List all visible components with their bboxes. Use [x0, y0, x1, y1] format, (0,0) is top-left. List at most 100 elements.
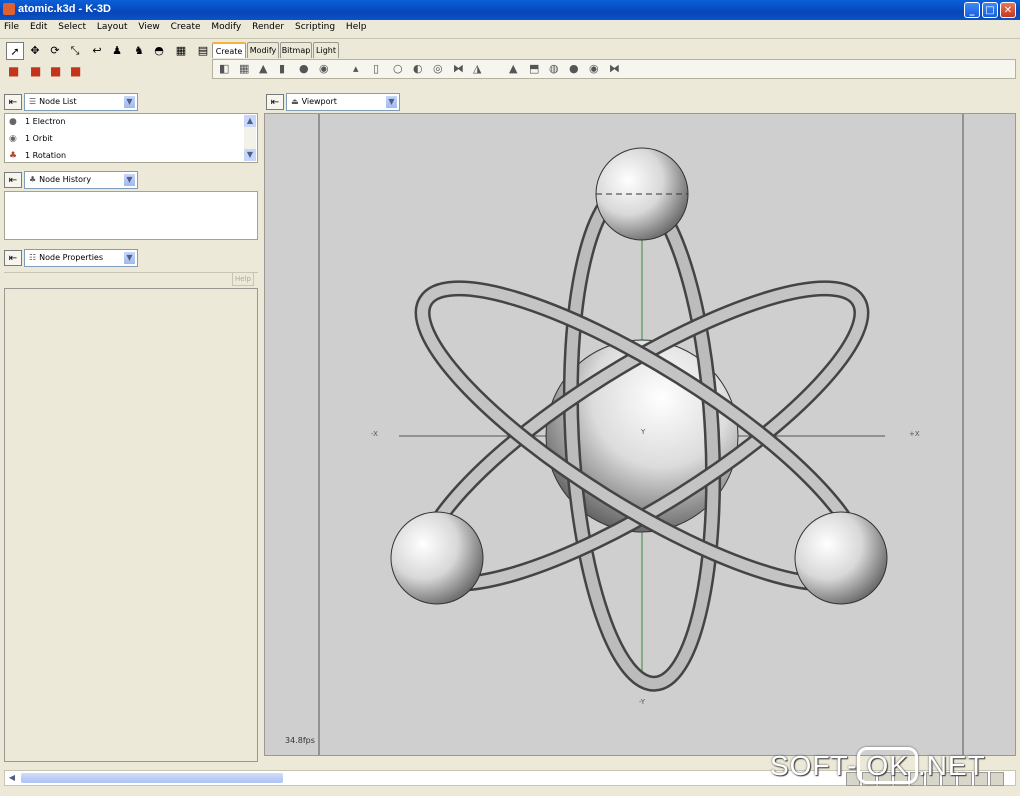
scale-tool-icon[interactable]: ⤡: [66, 42, 84, 60]
select-nodes-icon[interactable]: ■: [8, 64, 19, 78]
nurbs-torus-icon[interactable]: ◉: [589, 62, 599, 75]
help-button[interactable]: Help: [232, 272, 254, 286]
neg-y-axis-label: -Y: [639, 698, 645, 706]
pin-icon[interactable]: ⇤: [4, 94, 22, 110]
quadric-sphere-icon[interactable]: ⧓: [453, 62, 464, 75]
menu-view[interactable]: View: [134, 20, 163, 32]
scroll-up-icon[interactable]: ▲: [244, 115, 256, 127]
camera-icon: ⏏: [291, 97, 299, 106]
tab-bitmap[interactable]: Bitmap: [280, 42, 312, 58]
scrollbar-thumb[interactable]: [21, 773, 283, 783]
nurbs-cone-icon[interactable]: ▲: [509, 62, 517, 75]
sphere-icon: ●: [9, 117, 17, 127]
sphere-icon[interactable]: ●: [299, 62, 309, 75]
quadric-cone-icon[interactable]: ▴: [353, 62, 359, 75]
parent-tool-icon[interactable]: ♟: [108, 42, 126, 60]
quadric-hyperboloid-icon[interactable]: ◐: [413, 62, 423, 75]
menu-scripting[interactable]: Scripting: [291, 20, 339, 32]
list-item[interactable]: ◉ 1 Orbit: [9, 132, 53, 146]
pin-icon[interactable]: ⇤: [266, 94, 284, 110]
node-history-box: [4, 191, 258, 240]
pos-x-axis-label: +X: [909, 430, 920, 438]
title-bar: atomic.k3d - K-3D _ □ ✕: [0, 0, 1020, 20]
pin-icon[interactable]: ⇤: [4, 172, 22, 188]
scroll-left-icon[interactable]: ◀: [6, 772, 18, 784]
pin-icon[interactable]: ⇤: [4, 250, 22, 266]
quadric-cylinder-icon[interactable]: ▯: [373, 62, 379, 75]
render-animation-icon[interactable]: ▤: [194, 42, 212, 60]
chevron-down-icon[interactable]: ▼: [123, 95, 136, 109]
tab-modify[interactable]: Modify: [247, 42, 279, 58]
select-faces-icon[interactable]: ■: [70, 64, 81, 78]
rotation-icon: ♣: [9, 151, 18, 161]
node-history-title: Node History: [39, 175, 92, 184]
list-item[interactable]: ♣ 1 Rotation: [9, 149, 66, 163]
chevron-down-icon[interactable]: ▼: [123, 251, 136, 265]
menu-create[interactable]: Create: [167, 20, 205, 32]
node-history-combo[interactable]: ♣ Node History ▼: [24, 171, 138, 189]
viewport-canvas[interactable]: -X +X Y -Y 34.8fps: [264, 113, 1016, 756]
viewport-combo[interactable]: ⏏ Viewport ▼: [286, 93, 400, 111]
list-item-label: 1 Electron: [25, 117, 66, 126]
node-history-header: ⇤ ♣ Node History ▼: [0, 170, 260, 190]
chevron-down-icon[interactable]: ▼: [385, 95, 398, 109]
rotate-tool-icon[interactable]: ⟳: [46, 42, 64, 60]
watermark-suffix: .NET: [917, 750, 986, 781]
watermark: SOFT- OK .NET: [770, 747, 986, 784]
menu-file[interactable]: File: [0, 20, 23, 32]
select-points-icon[interactable]: ■: [30, 64, 41, 78]
fps-readout: 34.8fps: [285, 736, 315, 745]
menu-help[interactable]: Help: [342, 20, 371, 32]
snap-tool-icon[interactable]: ↩: [88, 42, 106, 60]
node-properties-title: Node Properties: [39, 253, 104, 262]
node-properties-combo[interactable]: ☷ Node Properties ▼: [24, 249, 138, 267]
grid-icon[interactable]: ▦: [239, 62, 249, 75]
node-list-title: Node List: [39, 97, 77, 106]
menu-modify[interactable]: Modify: [207, 20, 245, 32]
quadric-torus-icon[interactable]: ◮: [473, 62, 481, 75]
render-frame-icon[interactable]: ▦: [172, 42, 190, 60]
select-lines-icon[interactable]: ■: [50, 64, 61, 78]
cube-icon[interactable]: ◧: [219, 62, 229, 75]
menu-bar: File Edit Select Layout View Create Modi…: [0, 20, 1020, 39]
menu-render[interactable]: Render: [248, 20, 288, 32]
node-history-panel: ⇤ ♣ Node History ▼: [0, 170, 260, 242]
scroll-down-icon[interactable]: ▼: [244, 149, 256, 161]
node-properties-box: [4, 288, 258, 762]
list-icon: ☰: [29, 97, 37, 106]
tab-create[interactable]: Create: [212, 42, 246, 58]
node-properties-header: ⇤ ☷ Node Properties ▼: [0, 248, 260, 268]
render-preview-icon[interactable]: ◓: [150, 42, 168, 60]
torus-icon[interactable]: ◉: [319, 62, 329, 75]
cone-icon[interactable]: ▲: [259, 62, 267, 75]
viewport-title: Viewport: [301, 97, 337, 106]
select-tool-icon[interactable]: ➚: [6, 42, 24, 60]
nurbs-sphere-icon[interactable]: ●: [569, 62, 579, 75]
menu-select[interactable]: Select: [54, 20, 90, 32]
tab-light[interactable]: Light: [313, 42, 339, 58]
menu-edit[interactable]: Edit: [26, 20, 51, 32]
menu-layout[interactable]: Layout: [93, 20, 132, 32]
electron-sphere-left: [390, 511, 484, 605]
nurbs-cylinder-icon[interactable]: ⬒: [529, 62, 539, 75]
maximize-button[interactable]: □: [982, 2, 998, 18]
node-list-scrollbar[interactable]: ▲ ▼: [244, 115, 256, 161]
cylinder-icon[interactable]: ▮: [279, 62, 285, 75]
shape-toolbar: ◧ ▦ ▲ ▮ ● ◉ ▴ ▯ ○ ◐ ◎ ⧓ ◮ ▲ ⬒ ◍ ● ◉ ⧓: [212, 59, 1016, 79]
y-axis-label: Y: [641, 428, 646, 436]
nurbs-disk-icon[interactable]: ◍: [549, 62, 559, 75]
list-item[interactable]: ● 1 Electron: [9, 115, 65, 129]
frame-next-icon[interactable]: [990, 772, 1004, 786]
minimize-button[interactable]: _: [964, 2, 980, 18]
quadric-disk-icon[interactable]: ○: [393, 62, 403, 75]
node-list-combo[interactable]: ☰ Node List ▼: [24, 93, 138, 111]
nurbs-patch-icon[interactable]: ⧓: [609, 62, 620, 75]
quadric-paraboloid-icon[interactable]: ◎: [433, 62, 443, 75]
close-button[interactable]: ✕: [1000, 2, 1016, 18]
move-tool-icon[interactable]: ✥: [26, 42, 44, 60]
neg-x-axis-label: -X: [371, 430, 378, 438]
unparent-tool-icon[interactable]: ♞: [130, 42, 148, 60]
node-list-panel: ⇤ ☰ Node List ▼ ● 1 Electron ◉ 1 Orbit ♣ 1 R…: [0, 92, 260, 166]
chevron-down-icon[interactable]: ▼: [123, 173, 136, 187]
node-list-box: ● 1 Electron ◉ 1 Orbit ♣ 1 Rotation ▲ ▼: [4, 113, 258, 163]
